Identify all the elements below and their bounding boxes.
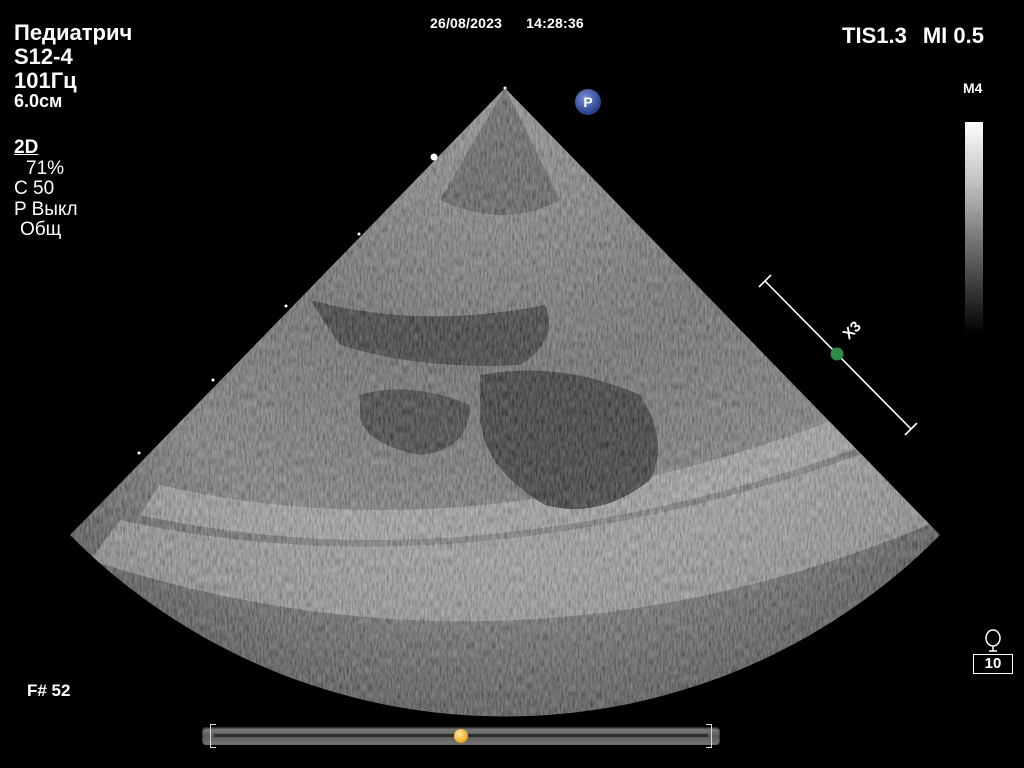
preset-label: Педиатрич — [14, 20, 133, 45]
persistence-label: P Выкл — [14, 198, 78, 220]
frame-rate-label: 101Гц — [14, 68, 77, 93]
probe-icon — [985, 629, 1001, 652]
grayscale-bar — [965, 122, 983, 334]
gain-label: 71% — [26, 157, 65, 179]
ultrasound-sector-image — [70, 86, 940, 717]
cine-handle[interactable] — [454, 729, 468, 743]
date-label: 26/08/2023 — [430, 15, 503, 31]
scan-info: Педиатрич S12-4 101Гц 6.0см — [14, 20, 133, 111]
mi-label: MI 0.5 — [922, 23, 984, 48]
gray-map-label: M4 — [963, 80, 983, 96]
imaging-params: 2D 71% C 50 P Выкл Общ — [14, 137, 78, 241]
tis-label: TIS1.3 — [842, 23, 907, 48]
probe-value-box: 10 — [973, 654, 1013, 674]
p-marker-icon: P — [575, 89, 601, 115]
cine-scrollbar[interactable] — [202, 724, 720, 748]
time-label: 14:28:36 — [526, 15, 584, 31]
compression-label: C 50 — [14, 178, 55, 199]
frame-number: F# 52 — [27, 681, 71, 700]
datetime: 26/08/2023 14:28:36 — [430, 15, 604, 31]
cine-end-bracket[interactable] — [706, 724, 712, 748]
thermal-mechanical-index: TIS1.3 MI 0.5 — [842, 23, 984, 49]
depth-label: 6.0см — [14, 91, 63, 111]
mode-label: 2D — [14, 137, 39, 158]
cine-start-bracket[interactable] — [210, 724, 216, 748]
probe-label: S12-4 — [14, 44, 73, 69]
preset-type-label: Общ — [20, 219, 62, 240]
